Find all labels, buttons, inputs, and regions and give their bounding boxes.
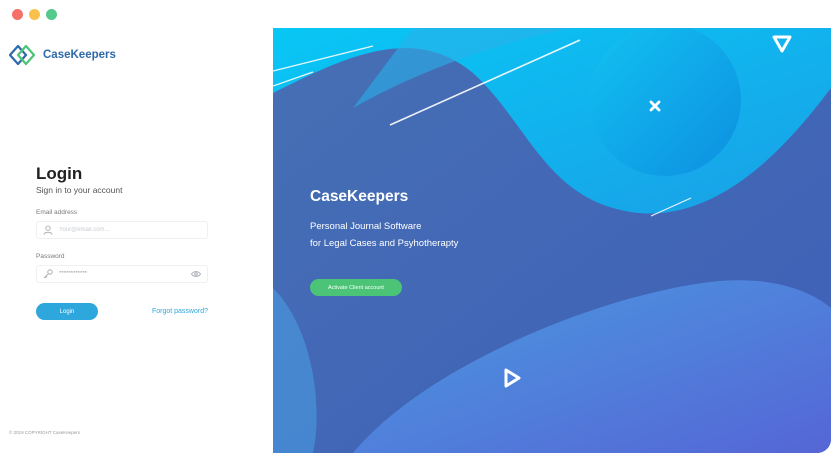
login-subtitle: Sign in to your account	[36, 185, 123, 195]
play-icon	[504, 368, 521, 388]
email-input[interactable]	[59, 227, 201, 233]
email-field[interactable]	[36, 221, 208, 239]
forgot-password-link[interactable]: Forgot password?	[152, 308, 208, 315]
copyright-text: © 2019 COPYRIGHT CaseKeepers	[9, 430, 81, 435]
minimize-window-dot[interactable]	[29, 9, 40, 20]
hero-panel: CaseKeepers Personal Journal Software fo…	[273, 28, 831, 453]
key-icon	[43, 269, 53, 279]
login-title: Login	[36, 164, 83, 183]
password-field[interactable]	[36, 265, 208, 283]
email-label: Email address	[36, 209, 78, 216]
hero-tagline-line2: for Legal Cases and Psyhotherapty	[310, 238, 459, 249]
password-input[interactable]	[59, 271, 191, 277]
window-controls	[12, 9, 57, 20]
login-button[interactable]: Login	[36, 303, 98, 320]
login-form: Login Sign in to your account Email addr…	[36, 165, 208, 283]
triangle-icon	[772, 35, 792, 53]
login-actions: Login Forgot password?	[36, 303, 208, 320]
brand-logo[interactable]: CaseKeepers	[9, 44, 116, 66]
diamond-logo-icon	[9, 44, 35, 66]
brand-name: CaseKeepers	[43, 49, 116, 61]
hero-tagline-line1: Personal Journal Software	[310, 221, 422, 232]
user-icon	[43, 225, 53, 235]
hero-title: CaseKeepers	[310, 188, 409, 205]
activate-client-account-button[interactable]: Activate Client account	[310, 279, 402, 296]
password-label: Password	[36, 253, 65, 260]
eye-icon[interactable]	[191, 269, 201, 279]
maximize-window-dot[interactable]	[46, 9, 57, 20]
x-icon	[649, 100, 661, 112]
close-window-dot[interactable]	[12, 9, 23, 20]
